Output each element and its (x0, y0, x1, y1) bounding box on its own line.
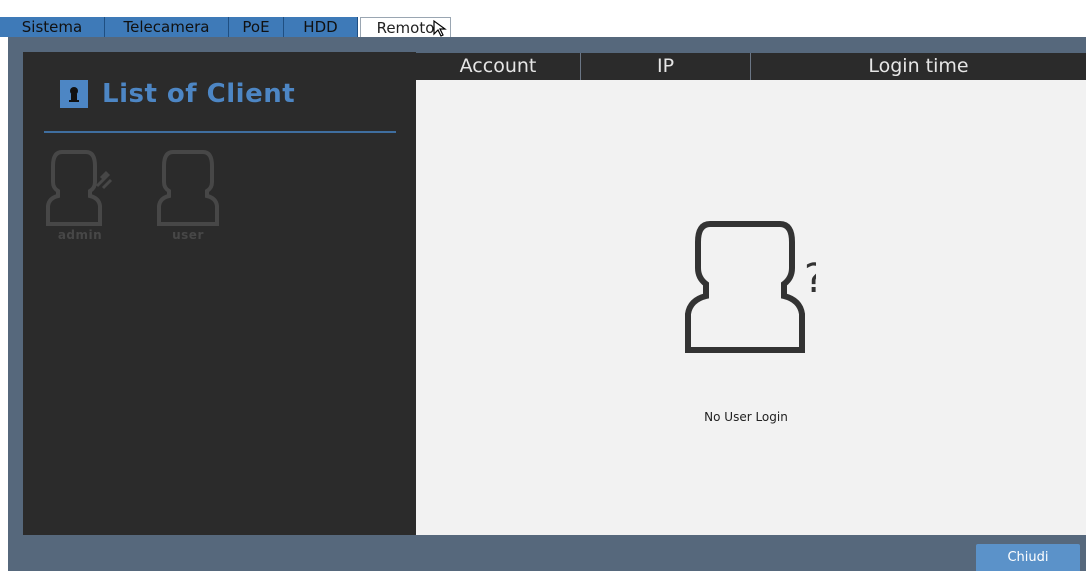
svg-text:?: ? (804, 256, 816, 302)
panel-title-text: List of Client (102, 79, 296, 109)
close-button[interactable]: Chiudi (976, 544, 1080, 571)
tab-sistema[interactable]: Sistema (0, 17, 105, 37)
client-user-label: user (172, 228, 204, 242)
mouse-cursor-icon (433, 19, 447, 37)
client-list-icon (60, 80, 88, 108)
client-admin[interactable]: admin (45, 148, 115, 244)
column-account: Account (416, 53, 581, 80)
column-login-time: Login time (868, 55, 969, 77)
empty-state: ? No User Login (676, 220, 825, 430)
main-frame: List of Client admin user Account IP Log… (8, 37, 1086, 571)
tab-hdd[interactable]: HDD (284, 17, 358, 37)
tab-poe[interactable]: PoE (229, 17, 284, 37)
client-list-panel: List of Client admin user (23, 52, 416, 535)
login-table-header: Account IP Login time (416, 53, 1086, 80)
no-user-login-text: No User Login (704, 410, 788, 424)
column-ip: IP (581, 53, 751, 80)
client-user[interactable]: user (153, 148, 223, 244)
panel-title: List of Client (60, 77, 295, 111)
unknown-user-icon: ? (685, 221, 825, 353)
user-icon (157, 150, 219, 226)
client-admin-label: admin (57, 228, 103, 242)
title-divider (44, 131, 396, 133)
tab-telecamera[interactable]: Telecamera (105, 17, 229, 37)
tab-bar: Sistema Telecamera PoE HDD Remoto (0, 0, 1086, 37)
login-table-body: ? No User Login (416, 80, 1086, 535)
admin-user-icon (46, 150, 113, 226)
